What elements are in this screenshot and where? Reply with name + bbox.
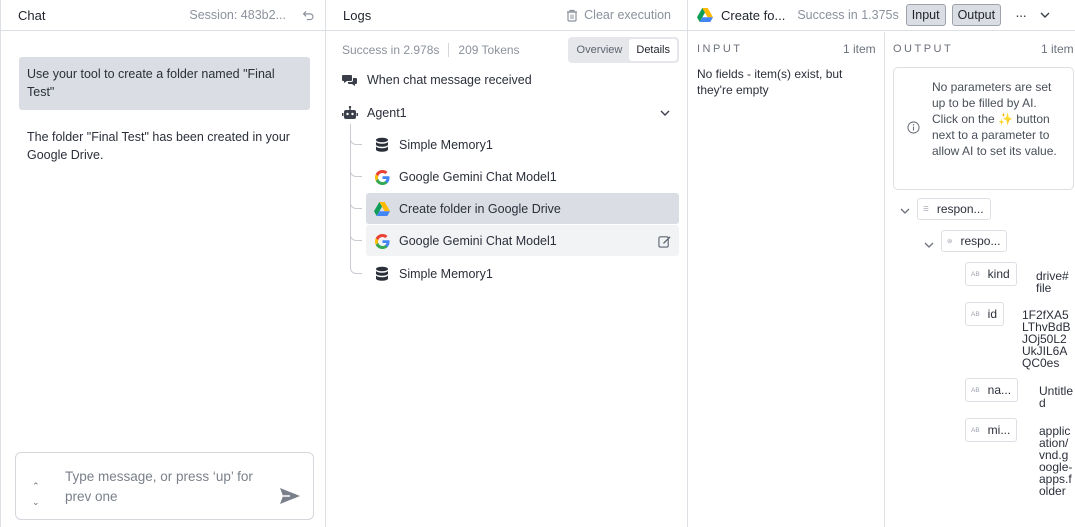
user-message: Use your tool to create a folder named "… [19,57,310,110]
bot-message: The folder "Final Test" has been created… [27,130,290,162]
logs-title: Logs [343,7,372,23]
field-key-name[interactable]: AB na... [965,378,1019,402]
output-count: 1 item [1041,42,1074,56]
chat-input-placeholder[interactable]: Type message, or press ‘up’ for prev one [65,467,265,507]
logs-summary: Success in 2.978s 209 Tokens Overview De… [342,37,679,63]
field-value-id: 1F2fXA5LThvBdBJOj50L2UkJIL6AQC0es [1022,308,1071,370]
log-row-gemini-1[interactable]: Google Gemini Chat Model1 [374,169,557,185]
google-drive-icon [374,201,390,217]
field-key-kind[interactable]: AB kind [965,262,1017,286]
log-row-create-folder[interactable]: Create folder in Google Drive [374,201,561,217]
input-label: INPUT [697,43,743,55]
object-icon: ⊚ [947,238,953,245]
google-icon [374,233,390,249]
log-row-memory-1[interactable]: Simple Memory1 [374,137,493,153]
chat-panel: Chat Session: 483b2... Use your tool to … [0,0,326,527]
node-title: Create fo... [721,7,786,23]
chat-title: Chat [18,7,46,23]
field-value-name: Untitled [1039,384,1074,410]
output-label: OUTPUT [893,43,954,55]
ai-info-box: No parameters are set up to be filled by… [893,67,1074,190]
log-row-memory-2[interactable]: Simple Memory1 [374,266,493,282]
trigger-label: When chat message received [367,73,532,87]
log-row-label: Simple Memory1 [399,138,493,152]
tree-branch [350,199,362,209]
reset-session-icon[interactable] [302,9,315,22]
tree-connector [350,124,351,264]
chat-bubbles-icon [342,72,358,88]
chevron-down-icon[interactable] [660,110,670,116]
clear-execution-button[interactable]: Clear execution [566,8,671,22]
log-row-gemini-2[interactable]: Google Gemini Chat Model1 [374,233,671,249]
tree-branch [350,264,362,274]
field-key-mimetype[interactable]: AB mi... [965,418,1018,442]
log-row-label: Google Gemini Chat Model1 [399,234,557,248]
tree-branch [350,231,362,241]
trash-icon [566,9,578,22]
clear-execution-label: Clear execution [584,8,671,22]
execution-status: Success in 2.978s [342,43,440,57]
trigger-row[interactable]: When chat message received [342,72,532,88]
panel-divider [884,32,885,527]
string-type-icon: AB [971,426,980,434]
field-value-mimetype: application/vnd.google-apps.folder [1039,424,1073,498]
history-nav-icon[interactable]: ⌃ ⌄ [32,478,40,510]
database-icon [374,266,390,282]
node-detail-panel: Create fo... Success in 1.375s Input Out… [688,0,1075,527]
tab-details[interactable]: Details [629,39,677,61]
log-row-label: Simple Memory1 [399,267,493,281]
chevron-down-icon[interactable] [1040,12,1050,18]
tree-branch [350,135,362,145]
agent-label: Agent1 [367,106,407,120]
string-type-icon: AB [971,386,980,394]
google-icon [374,169,390,185]
database-icon [374,137,390,153]
google-drive-icon [697,8,713,22]
field-value-kind: drive#file [1036,269,1069,295]
more-options-icon[interactable]: ··· [1015,7,1027,23]
node-status: Success in 1.375s [797,8,899,22]
session-id[interactable]: Session: 483b2... [189,8,286,22]
output-toggle-button[interactable]: Output [951,4,1002,26]
logs-header: Logs Clear execution [326,0,687,31]
tab-overview[interactable]: Overview [570,39,630,61]
robot-icon [342,105,358,121]
ai-info-text: No parameters are set up to be filled by… [932,80,1057,158]
detail-header: Create fo... Success in 1.375s Input Out… [688,0,1075,31]
field-key-id[interactable]: AB id [965,302,1005,326]
list-icon: ☰ [923,206,929,213]
info-icon [907,121,920,137]
view-toggle: Overview Details [567,37,679,63]
string-type-icon: AB [971,270,980,278]
chevron-down-icon[interactable] [924,237,934,251]
send-icon[interactable] [278,486,302,509]
input-count: 1 item [843,42,876,56]
tree-branch [350,167,362,177]
input-empty-message: No fields - item(s) exist, but they're e… [697,67,843,97]
string-type-icon: AB [971,310,980,318]
tree-node-label: respo... [960,234,1001,248]
log-row-label: Create folder in Google Drive [399,202,561,216]
tree-node-response-child[interactable]: ⊚ respo... [941,230,1008,252]
agent-row[interactable]: Agent1 [342,105,670,121]
token-count: 209 Tokens [458,43,520,57]
chat-header: Chat Session: 483b2... [1,0,325,31]
chat-input-box[interactable]: ⌃ ⌄ Type message, or press ‘up’ for prev … [15,452,314,520]
tree-node-response[interactable]: ☰ respon... [917,198,991,220]
edit-icon[interactable] [658,235,671,248]
log-row-label: Google Gemini Chat Model1 [399,170,557,184]
chevron-down-icon[interactable] [900,203,910,217]
tree-node-label: respon... [936,202,984,216]
input-toggle-button[interactable]: Input [905,4,946,26]
